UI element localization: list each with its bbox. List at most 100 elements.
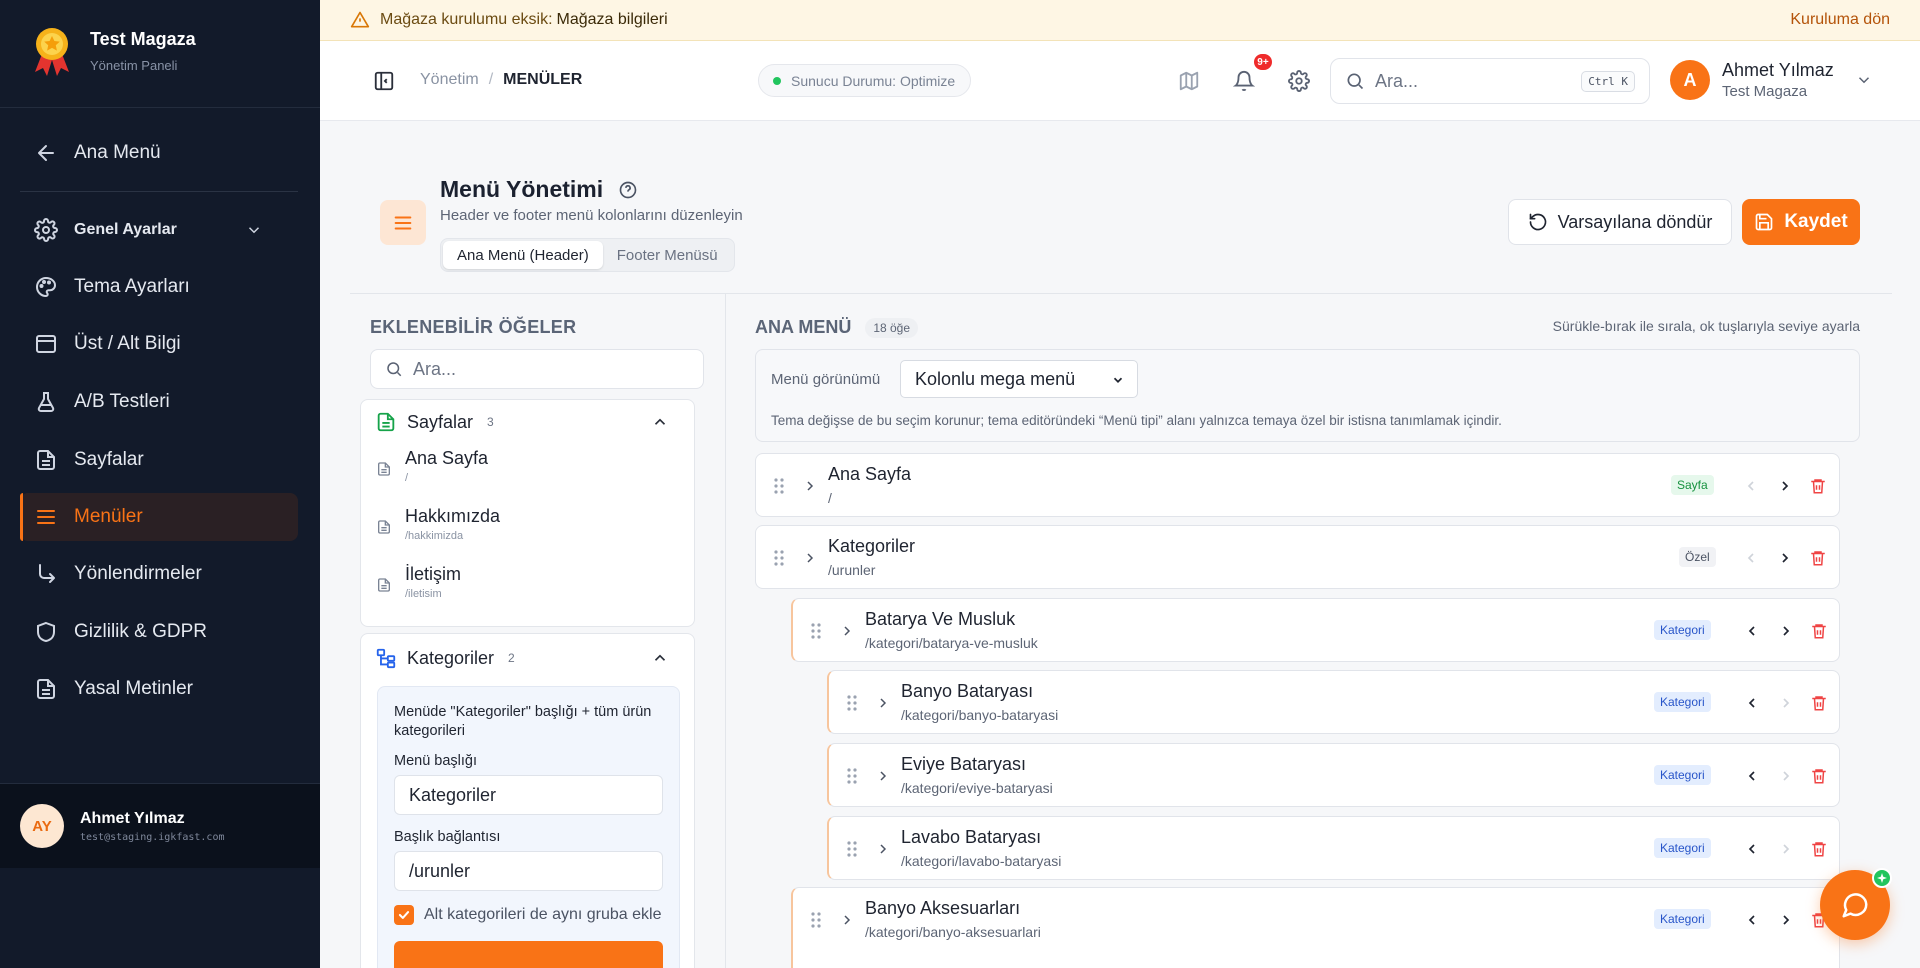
sidebar-item-label: A/B Testleri — [74, 391, 170, 412]
trash-icon[interactable] — [1809, 477, 1827, 495]
include-subcategories-checkbox[interactable]: Alt kategorileri de aynı gruba ekle — [394, 905, 663, 925]
menu-item[interactable]: Batarya Ve Musluk /kategori/batarya-ve-m… — [791, 598, 1840, 662]
list-item[interactable]: Hakkımızda /hakkimizda — [361, 502, 694, 560]
title-link-label: Başlık bağlantısı — [394, 829, 501, 845]
sidebar-item-general-settings[interactable]: Genel Ayarlar — [20, 206, 298, 254]
sidebar-item-theme-settings[interactable]: Tema Ayarları — [20, 263, 298, 311]
page-title: Menü Yönetimi — [440, 176, 639, 203]
drag-handle-icon[interactable] — [772, 476, 786, 496]
search-input[interactable] — [1375, 70, 1565, 92]
title-link-field[interactable]: /urunler — [394, 851, 663, 891]
drag-handle-icon[interactable] — [809, 910, 823, 930]
chevron-left-icon[interactable] — [1744, 768, 1760, 784]
category-tree-icon — [375, 647, 397, 669]
chevron-right-icon[interactable] — [839, 623, 855, 639]
chevron-right-icon[interactable] — [1778, 912, 1794, 928]
user-menu[interactable]: A Ahmet Yılmaz Test Magaza — [1670, 60, 1874, 100]
redirect-arrow-icon — [34, 562, 58, 586]
menu-item[interactable]: Lavabo Bataryası /kategori/lavabo-batary… — [827, 816, 1840, 880]
chevron-right-icon[interactable] — [1777, 478, 1793, 494]
available-search[interactable] — [370, 349, 704, 389]
chevron-left-icon[interactable] — [1744, 841, 1760, 857]
drag-handle-icon[interactable] — [772, 548, 786, 568]
help-circle-icon[interactable] — [617, 179, 639, 201]
menu-item-name: Eviye Bataryası — [901, 754, 1027, 774]
categories-group: Kategoriler 2 Menüde "Kategoriler" başlı… — [360, 633, 695, 968]
chevron-right-icon[interactable] — [875, 841, 891, 857]
map-icon[interactable] — [1177, 69, 1201, 93]
sidebar-item-menus[interactable]: Menüler — [20, 493, 298, 541]
reset-defaults-button[interactable]: Varsayılana döndür — [1508, 199, 1732, 245]
chevron-left-icon[interactable] — [1744, 912, 1760, 928]
menu-item-url: /urunler — [828, 562, 876, 578]
server-status-text: Sunucu Durumu: Optimize — [791, 72, 956, 89]
sidebar-item-main-menu[interactable]: Ana Menü — [20, 129, 298, 177]
drag-handle-icon[interactable] — [845, 839, 859, 859]
group-count: 3 — [487, 415, 494, 429]
back-to-setup-link[interactable]: Kuruluma dön — [1790, 11, 1890, 29]
pages-group-header[interactable]: Sayfalar 3 — [361, 400, 694, 444]
menu-title-field[interactable]: Kategoriler — [394, 775, 663, 815]
sidebar-item-redirects[interactable]: Yönlendirmeler — [20, 550, 298, 598]
global-search[interactable]: Ctrl K — [1330, 58, 1650, 104]
trash-icon[interactable] — [1810, 622, 1828, 640]
sidebar-item-pages[interactable]: Sayfalar — [20, 436, 298, 484]
chevron-up-icon[interactable] — [650, 648, 670, 668]
chevron-right-icon[interactable] — [875, 695, 891, 711]
chevron-right-icon[interactable] — [875, 768, 891, 784]
sidebar-item-privacy[interactable]: Gizlilik & GDPR — [20, 608, 298, 656]
drag-handle-icon[interactable] — [809, 621, 823, 641]
search-input[interactable] — [413, 358, 663, 380]
categories-group-header[interactable]: Kategoriler 2 — [361, 634, 694, 682]
drag-handle-icon[interactable] — [845, 766, 859, 786]
sidebar-item-label: Tema Ayarları — [74, 276, 190, 297]
chevron-right-icon[interactable] — [1778, 623, 1794, 639]
gear-icon[interactable] — [1287, 69, 1311, 93]
menu-item[interactable]: Kategoriler /urunler Özel — [755, 525, 1840, 589]
item-name: Hakkımızda — [405, 506, 501, 526]
tab-footer-menu[interactable]: Footer Menüsü — [603, 241, 732, 269]
chevron-left-icon[interactable] — [1744, 623, 1760, 639]
sidebar-item-header-footer[interactable]: Üst / Alt Bilgi — [20, 320, 298, 368]
brand[interactable]: Test Magaza Yönetim Paneli — [30, 24, 196, 76]
palette-icon — [34, 275, 58, 299]
sidebar-item-label: Sayfalar — [74, 449, 144, 470]
chevron-left-icon — [1743, 550, 1759, 566]
list-item[interactable]: Ana Sayfa / — [361, 444, 694, 502]
available-items-heading: EKLENEBİLİR ÖĞELER — [370, 317, 577, 337]
menu-item[interactable]: Banyo Bataryası /kategori/banyo-bataryas… — [827, 670, 1840, 734]
chevron-right-icon[interactable] — [802, 478, 818, 494]
chevron-right-icon[interactable] — [839, 912, 855, 928]
chevron-left-icon[interactable] — [1744, 695, 1760, 711]
bell-icon[interactable] — [1232, 69, 1256, 93]
trash-icon[interactable] — [1810, 840, 1828, 858]
menu-item[interactable]: Eviye Bataryası /kategori/eviye-bataryas… — [827, 743, 1840, 807]
trash-icon[interactable] — [1810, 767, 1828, 785]
tab-header-menu[interactable]: Ana Menü (Header) — [443, 241, 603, 269]
sidebar-item-legal[interactable]: Yasal Metinler — [20, 665, 298, 713]
save-button[interactable]: Kaydet — [1742, 199, 1860, 245]
pages-group: Sayfalar 3 Ana Sayfa / Hakkımızda /hakki… — [360, 399, 695, 627]
item-name: Ana Sayfa — [405, 448, 489, 468]
drag-handle-icon[interactable] — [845, 693, 859, 713]
sparkle-icon — [1872, 868, 1892, 888]
setup-banner: Mağaza kurulumu eksik: Mağaza bilgileri … — [320, 0, 1920, 41]
flask-icon — [34, 390, 58, 414]
menu-item[interactable]: Banyo Aksesuarları /kategori/banyo-akses… — [791, 887, 1840, 968]
sidebar-item-label: Yasal Metinler — [74, 678, 193, 699]
menu-view-select[interactable]: Kolonlu mega menü — [900, 360, 1138, 398]
chevron-up-icon[interactable] — [650, 412, 670, 432]
sidebar-item-ab-tests[interactable]: A/B Testleri — [20, 378, 298, 426]
chevron-right-icon[interactable] — [1777, 550, 1793, 566]
trash-icon[interactable] — [1810, 694, 1828, 712]
menu-item-url: /kategori/batarya-ve-musluk — [865, 635, 1038, 651]
trash-icon[interactable] — [1809, 549, 1827, 567]
chevron-right-icon[interactable] — [802, 550, 818, 566]
sidebar-toggle-icon[interactable] — [372, 69, 396, 93]
breadcrumb-root[interactable]: Yönetim — [420, 71, 479, 88]
sidebar-user[interactable]: AY Ahmet Yılmaz test@staging.igkfast.com — [0, 783, 320, 868]
list-item[interactable]: İletişim /iletisim — [361, 560, 694, 618]
menu-item[interactable]: Ana Sayfa / Sayfa — [755, 453, 1840, 517]
add-category-button[interactable] — [394, 941, 663, 968]
avatar: A — [1670, 60, 1710, 100]
